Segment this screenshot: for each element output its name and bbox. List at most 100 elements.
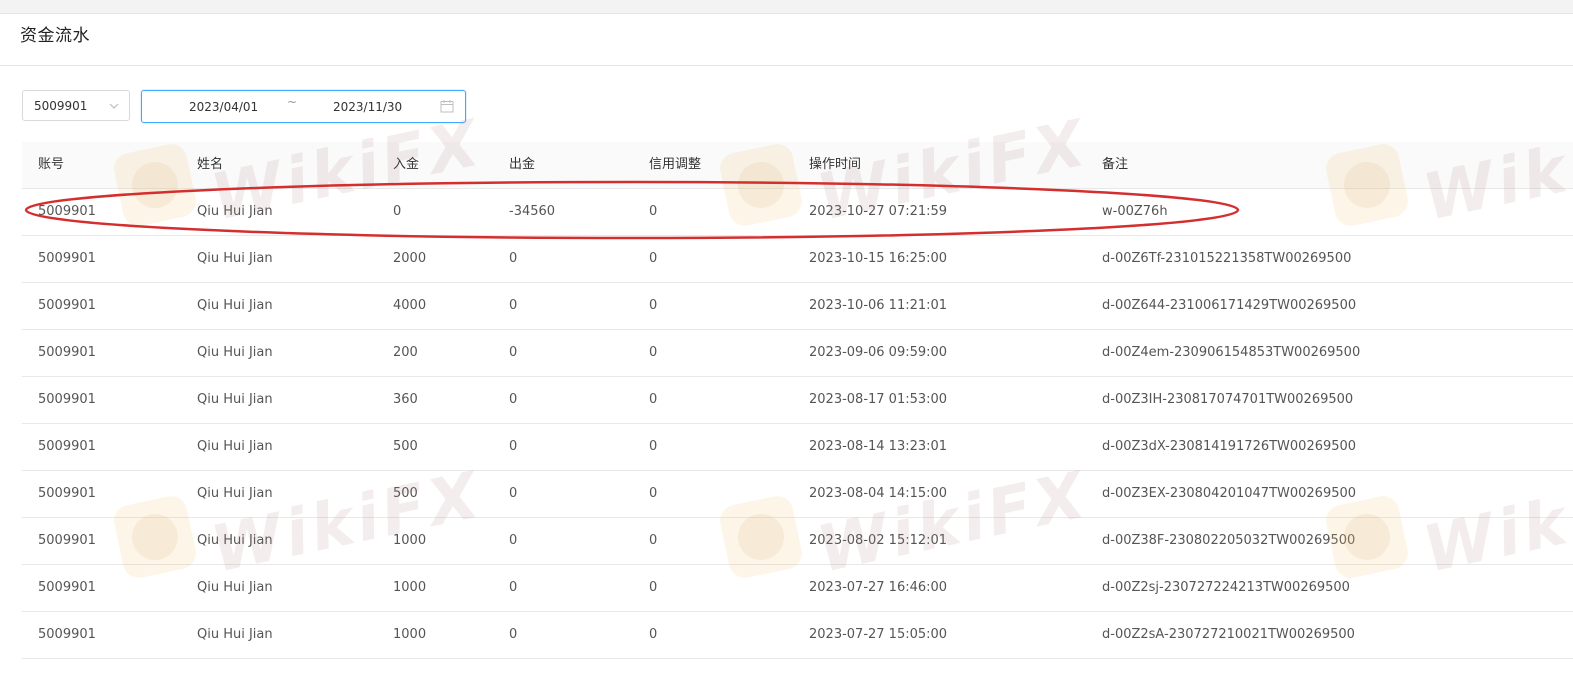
cell-credit-adjustment: 0 <box>649 204 658 219</box>
cell-credit-adjustment: 0 <box>649 580 658 595</box>
table-row[interactable]: 5009901 Qiu Hui Jian 200 0 0 2023-09-06 09:59… <box>22 330 1573 377</box>
cell-withdrawal: 0 <box>509 251 518 266</box>
table-row[interactable]: 5009901 Qiu Hui Jian 2000 0 0 2023-10-15 16:2… <box>22 236 1573 283</box>
fund-flow-table: 账号 姓名 入金 出金 信用调整 操作时间 备注 5009901 Qiu Hui … <box>22 142 1573 659</box>
column-header-name[interactable]: 姓名 <box>197 142 223 188</box>
table-row[interactable]: 5009901 Qiu Hui Jian 500 0 0 2023-08-14 13:23… <box>22 424 1573 471</box>
cell-withdrawal: 0 <box>509 627 518 642</box>
cell-name: Qiu Hui Jian <box>197 486 273 501</box>
cell-deposit: 2000 <box>393 251 427 266</box>
cell-operation-time: 2023-10-15 16:25:00 <box>809 251 948 266</box>
column-header-operation-time[interactable]: 操作时间 <box>809 142 861 188</box>
cell-remark: d-00Z3dX-230814191726TW00269500 <box>1102 439 1357 454</box>
cell-account: 5009901 <box>38 204 96 219</box>
cell-remark: d-00Z2sj-230727224213TW00269500 <box>1102 580 1350 595</box>
cell-operation-time: 2023-09-06 09:59:00 <box>809 345 948 360</box>
table-row[interactable]: 5009901 Qiu Hui Jian 360 0 0 2023-08-17 01:53… <box>22 377 1573 424</box>
cell-credit-adjustment: 0 <box>649 298 658 313</box>
cell-operation-time: 2023-08-17 01:53:00 <box>809 392 948 407</box>
cell-credit-adjustment: 0 <box>649 627 658 642</box>
cell-deposit: 360 <box>393 392 418 407</box>
chevron-down-icon <box>109 103 119 109</box>
cell-operation-time: 2023-10-27 07:21:59 <box>809 204 948 219</box>
cell-operation-time: 2023-08-02 15:12:01 <box>809 533 948 548</box>
cell-credit-adjustment: 0 <box>649 486 658 501</box>
cell-deposit: 0 <box>393 204 402 219</box>
cell-withdrawal: 0 <box>509 439 518 454</box>
date-range-separator: ~ <box>287 95 298 109</box>
cell-deposit: 500 <box>393 439 418 454</box>
cell-withdrawal: -34560 <box>509 204 556 219</box>
cell-deposit: 1000 <box>393 627 427 642</box>
cell-account: 5009901 <box>38 533 96 548</box>
cell-name: Qiu Hui Jian <box>197 580 273 595</box>
cell-name: Qiu Hui Jian <box>197 439 273 454</box>
cell-remark: d-00Z3IH-230817074701TW00269500 <box>1102 392 1354 407</box>
cell-account: 5009901 <box>38 486 96 501</box>
cell-account: 5009901 <box>38 627 96 642</box>
cell-operation-time: 2023-07-27 15:05:00 <box>809 627 948 642</box>
calendar-icon[interactable] <box>440 99 454 113</box>
top-bar <box>0 0 1573 14</box>
cell-name: Qiu Hui Jian <box>197 251 273 266</box>
cell-credit-adjustment: 0 <box>649 251 658 266</box>
cell-account: 5009901 <box>38 392 96 407</box>
cell-remark: d-00Z38F-230802205032TW00269500 <box>1102 533 1356 548</box>
cell-operation-time: 2023-08-04 14:15:00 <box>809 486 948 501</box>
cell-name: Qiu Hui Jian <box>197 533 273 548</box>
cell-name: Qiu Hui Jian <box>197 392 273 407</box>
column-header-withdrawal[interactable]: 出金 <box>509 142 535 188</box>
cell-deposit: 1000 <box>393 533 427 548</box>
cell-withdrawal: 0 <box>509 486 518 501</box>
cell-remark: d-00Z4em-230906154853TW00269500 <box>1102 345 1361 360</box>
cell-remark: d-00Z6Tf-231015221358TW00269500 <box>1102 251 1352 266</box>
cell-name: Qiu Hui Jian <box>197 627 273 642</box>
table-body: 5009901 Qiu Hui Jian 0 -34560 0 2023-10-27 07… <box>22 189 1573 659</box>
page-title: 资金流水 <box>20 26 90 46</box>
cell-operation-time: 2023-08-14 13:23:01 <box>809 439 948 454</box>
cell-withdrawal: 0 <box>509 580 518 595</box>
date-start-input[interactable]: 2023/04/01 <box>189 100 258 114</box>
account-select-value: 5009901 <box>34 99 88 113</box>
cell-account: 5009901 <box>38 439 96 454</box>
column-header-account[interactable]: 账号 <box>38 142 64 188</box>
cell-credit-adjustment: 0 <box>649 439 658 454</box>
cell-deposit: 500 <box>393 486 418 501</box>
cell-account: 5009901 <box>38 345 96 360</box>
table-header: 账号 姓名 入金 出金 信用调整 操作时间 备注 <box>22 142 1573 189</box>
cell-remark: d-00Z644-231006171429TW00269500 <box>1102 298 1357 313</box>
cell-deposit: 1000 <box>393 580 427 595</box>
table-row[interactable]: 5009901 Qiu Hui Jian 4000 0 0 2023-10-06 11:2… <box>22 283 1573 330</box>
table-row[interactable]: 5009901 Qiu Hui Jian 500 0 0 2023-08-04 14:15… <box>22 471 1573 518</box>
column-header-deposit[interactable]: 入金 <box>393 142 419 188</box>
cell-withdrawal: 0 <box>509 533 518 548</box>
cell-deposit: 4000 <box>393 298 427 313</box>
cell-remark: d-00Z2sA-230727210021TW00269500 <box>1102 627 1355 642</box>
account-select[interactable]: 5009901 <box>22 90 130 121</box>
cell-account: 5009901 <box>38 251 96 266</box>
cell-name: Qiu Hui Jian <box>197 204 273 219</box>
cell-deposit: 200 <box>393 345 418 360</box>
cell-operation-time: 2023-07-27 16:46:00 <box>809 580 948 595</box>
date-range-picker[interactable]: 2023/04/01 ~ 2023/11/30 <box>141 90 466 123</box>
cell-account: 5009901 <box>38 298 96 313</box>
table-row[interactable]: 5009901 Qiu Hui Jian 1000 0 0 2023-07-27 16:4… <box>22 565 1573 612</box>
cell-credit-adjustment: 0 <box>649 392 658 407</box>
cell-credit-adjustment: 0 <box>649 533 658 548</box>
cell-credit-adjustment: 0 <box>649 345 658 360</box>
cell-withdrawal: 0 <box>509 298 518 313</box>
table-row[interactable]: 5009901 Qiu Hui Jian 1000 0 0 2023-08-02 15:1… <box>22 518 1573 565</box>
cell-withdrawal: 0 <box>509 345 518 360</box>
table-row[interactable]: 5009901 Qiu Hui Jian 0 -34560 0 2023-10-27 07… <box>22 189 1573 236</box>
cell-operation-time: 2023-10-06 11:21:01 <box>809 298 948 313</box>
column-header-remark[interactable]: 备注 <box>1102 142 1128 188</box>
cell-remark: w-00Z76h <box>1102 204 1168 219</box>
table-row[interactable]: 5009901 Qiu Hui Jian 1000 0 0 2023-07-27 15:0… <box>22 612 1573 659</box>
cell-withdrawal: 0 <box>509 392 518 407</box>
cell-name: Qiu Hui Jian <box>197 345 273 360</box>
column-header-credit-adjustment[interactable]: 信用调整 <box>649 142 701 188</box>
title-divider <box>0 65 1573 66</box>
cell-account: 5009901 <box>38 580 96 595</box>
date-end-input[interactable]: 2023/11/30 <box>333 100 402 114</box>
cell-name: Qiu Hui Jian <box>197 298 273 313</box>
